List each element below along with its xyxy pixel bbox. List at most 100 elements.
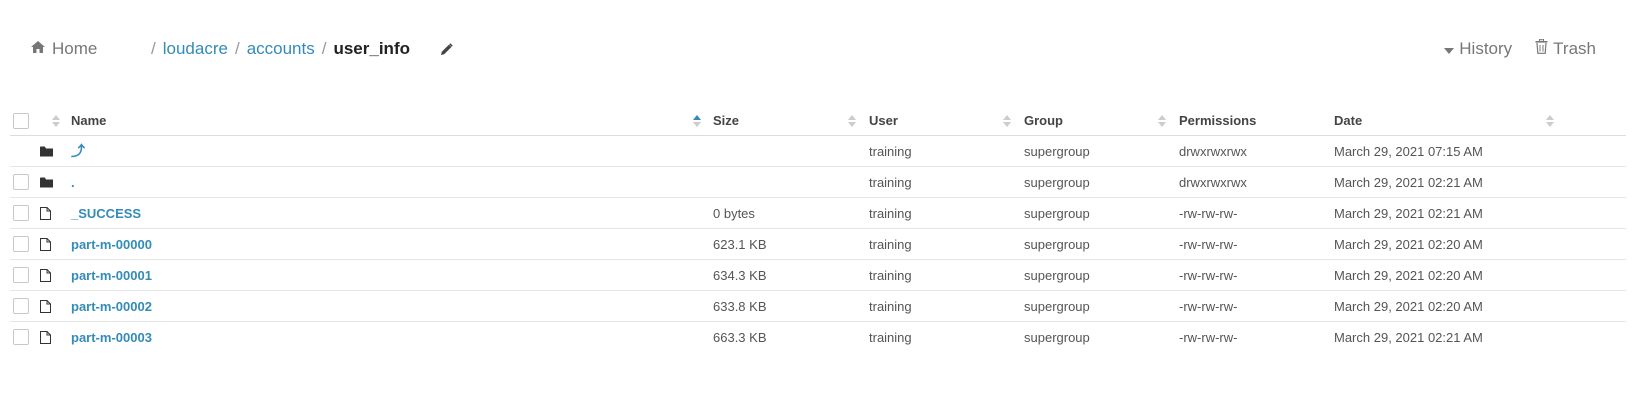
sort-icon[interactable]	[848, 106, 856, 135]
sort-icon[interactable]	[1546, 106, 1554, 135]
size-cell: 0 bytes	[713, 205, 755, 221]
breadcrumb-loudacre[interactable]: loudacre	[163, 39, 228, 59]
breadcrumb-accounts[interactable]: accounts	[247, 39, 315, 59]
group-cell: supergroup	[1024, 236, 1090, 252]
row-checkbox[interactable]	[13, 267, 29, 283]
group-cell: supergroup	[1024, 267, 1090, 283]
breadcrumb-separator: /	[151, 39, 156, 58]
home-link[interactable]: Home	[30, 38, 97, 60]
caret-down-icon	[1444, 39, 1459, 59]
table-row[interactable]: part-m-00001 634.3 KB training supergrou…	[10, 260, 1626, 291]
size-cell: 663.3 KB	[713, 329, 767, 345]
trash-icon	[1535, 38, 1553, 59]
top-bar: Home / loudacre / accounts / user_info H…	[0, 0, 1636, 100]
date-cell: March 29, 2021 02:20 AM	[1334, 298, 1483, 314]
file-name-cell: part-m-00002	[71, 291, 152, 321]
parent-directory-link[interactable]: ⤴	[71, 136, 85, 166]
file-name-cell: part-m-00000	[71, 229, 152, 259]
folder-icon	[40, 136, 60, 166]
row-checkbox[interactable]	[13, 236, 29, 252]
column-header-permissions[interactable]: Permissions	[1179, 106, 1256, 135]
history-label: History	[1459, 39, 1513, 58]
size-cell: 633.8 KB	[713, 298, 767, 314]
row-checkbox-cell	[13, 260, 31, 290]
row-checkbox-cell	[13, 167, 31, 197]
pencil-icon[interactable]	[440, 42, 453, 56]
size-cell: 623.1 KB	[713, 236, 767, 252]
group-cell: supergroup	[1024, 174, 1090, 190]
table-row[interactable]: ⤴ training supergroup drwxrwxrwx March 2…	[10, 136, 1626, 167]
level-up-icon: ⤴	[71, 143, 85, 159]
user-cell: training	[869, 267, 912, 283]
file-name-link[interactable]: part-m-00000	[71, 237, 152, 252]
row-checkbox[interactable]	[13, 329, 29, 345]
column-header-user[interactable]: User	[869, 106, 898, 135]
file-icon	[40, 260, 60, 290]
column-header-date[interactable]: Date	[1334, 106, 1362, 135]
sort-icon[interactable]	[52, 106, 60, 135]
table-row[interactable]: . training supergroup drwxrwxrwx March 2…	[10, 167, 1626, 198]
file-name-cell: part-m-00001	[71, 260, 152, 290]
row-checkbox-cell	[13, 322, 31, 352]
trash-label: Trash	[1553, 39, 1596, 58]
file-name-link[interactable]: part-m-00001	[71, 268, 152, 283]
sort-icon[interactable]	[1003, 106, 1011, 135]
user-cell: training	[869, 205, 912, 221]
file-table: Name Size User Group Permissions Date ⤴ …	[10, 106, 1626, 352]
file-icon	[40, 229, 60, 259]
file-name-cell: part-m-00003	[71, 322, 152, 352]
group-cell: supergroup	[1024, 298, 1090, 314]
permissions-cell: -rw-rw-rw-	[1179, 205, 1238, 221]
table-row[interactable]: _SUCCESS 0 bytes training supergroup -rw…	[10, 198, 1626, 229]
user-cell: training	[869, 298, 912, 314]
date-cell: March 29, 2021 02:21 AM	[1334, 174, 1483, 190]
table-row[interactable]: part-m-00000 623.1 KB training supergrou…	[10, 229, 1626, 260]
permissions-cell: -rw-rw-rw-	[1179, 267, 1238, 283]
group-cell: supergroup	[1024, 205, 1090, 221]
sort-ascending-icon[interactable]	[693, 106, 701, 135]
select-all-checkbox[interactable]	[13, 112, 29, 129]
row-checkbox[interactable]	[13, 298, 29, 314]
date-cell: March 29, 2021 02:20 AM	[1334, 267, 1483, 283]
user-cell: training	[869, 236, 912, 252]
select-all-cell	[13, 106, 31, 135]
folder-icon	[40, 167, 60, 197]
file-name-link[interactable]: part-m-00003	[71, 330, 152, 345]
file-icon	[40, 291, 60, 321]
row-checkbox-cell	[13, 198, 31, 228]
table-header: Name Size User Group Permissions Date	[10, 106, 1626, 136]
date-cell: March 29, 2021 02:21 AM	[1334, 205, 1483, 221]
breadcrumb-separator: /	[321, 39, 327, 58]
user-cell: training	[869, 174, 912, 190]
history-button[interactable]: History	[1444, 39, 1512, 59]
group-cell: supergroup	[1024, 143, 1090, 159]
permissions-cell: -rw-rw-rw-	[1179, 329, 1238, 345]
file-name-link[interactable]: part-m-00002	[71, 299, 152, 314]
breadcrumb-separator: /	[234, 39, 240, 58]
file-name-cell: .	[71, 167, 75, 197]
date-cell: March 29, 2021 02:21 AM	[1334, 329, 1483, 345]
row-checkbox-cell	[13, 229, 31, 259]
row-checkbox[interactable]	[13, 205, 29, 221]
file-name-link[interactable]: .	[71, 175, 75, 190]
row-checkbox[interactable]	[13, 174, 29, 190]
date-cell: March 29, 2021 07:15 AM	[1334, 143, 1483, 159]
file-icon	[40, 322, 60, 352]
column-header-group[interactable]: Group	[1024, 106, 1063, 135]
breadcrumb: / loudacre / accounts / user_info	[151, 38, 453, 60]
breadcrumb-current: user_info	[333, 39, 410, 58]
table-row[interactable]: part-m-00003 663.3 KB training supergrou…	[10, 322, 1626, 352]
group-cell: supergroup	[1024, 329, 1090, 345]
date-cell: March 29, 2021 02:20 AM	[1334, 236, 1483, 252]
permissions-cell: drwxrwxrwx	[1179, 143, 1247, 159]
file-name-link[interactable]: _SUCCESS	[71, 206, 141, 221]
permissions-cell: drwxrwxrwx	[1179, 174, 1247, 190]
trash-button[interactable]: Trash	[1535, 38, 1596, 59]
column-header-size[interactable]: Size	[713, 106, 739, 135]
home-label: Home	[52, 39, 98, 58]
file-name-cell: _SUCCESS	[71, 198, 141, 228]
table-row[interactable]: part-m-00002 633.8 KB training supergrou…	[10, 291, 1626, 322]
header-actions: History Trash	[1421, 38, 1596, 60]
sort-icon[interactable]	[1158, 106, 1166, 135]
column-header-name[interactable]: Name	[71, 106, 106, 135]
